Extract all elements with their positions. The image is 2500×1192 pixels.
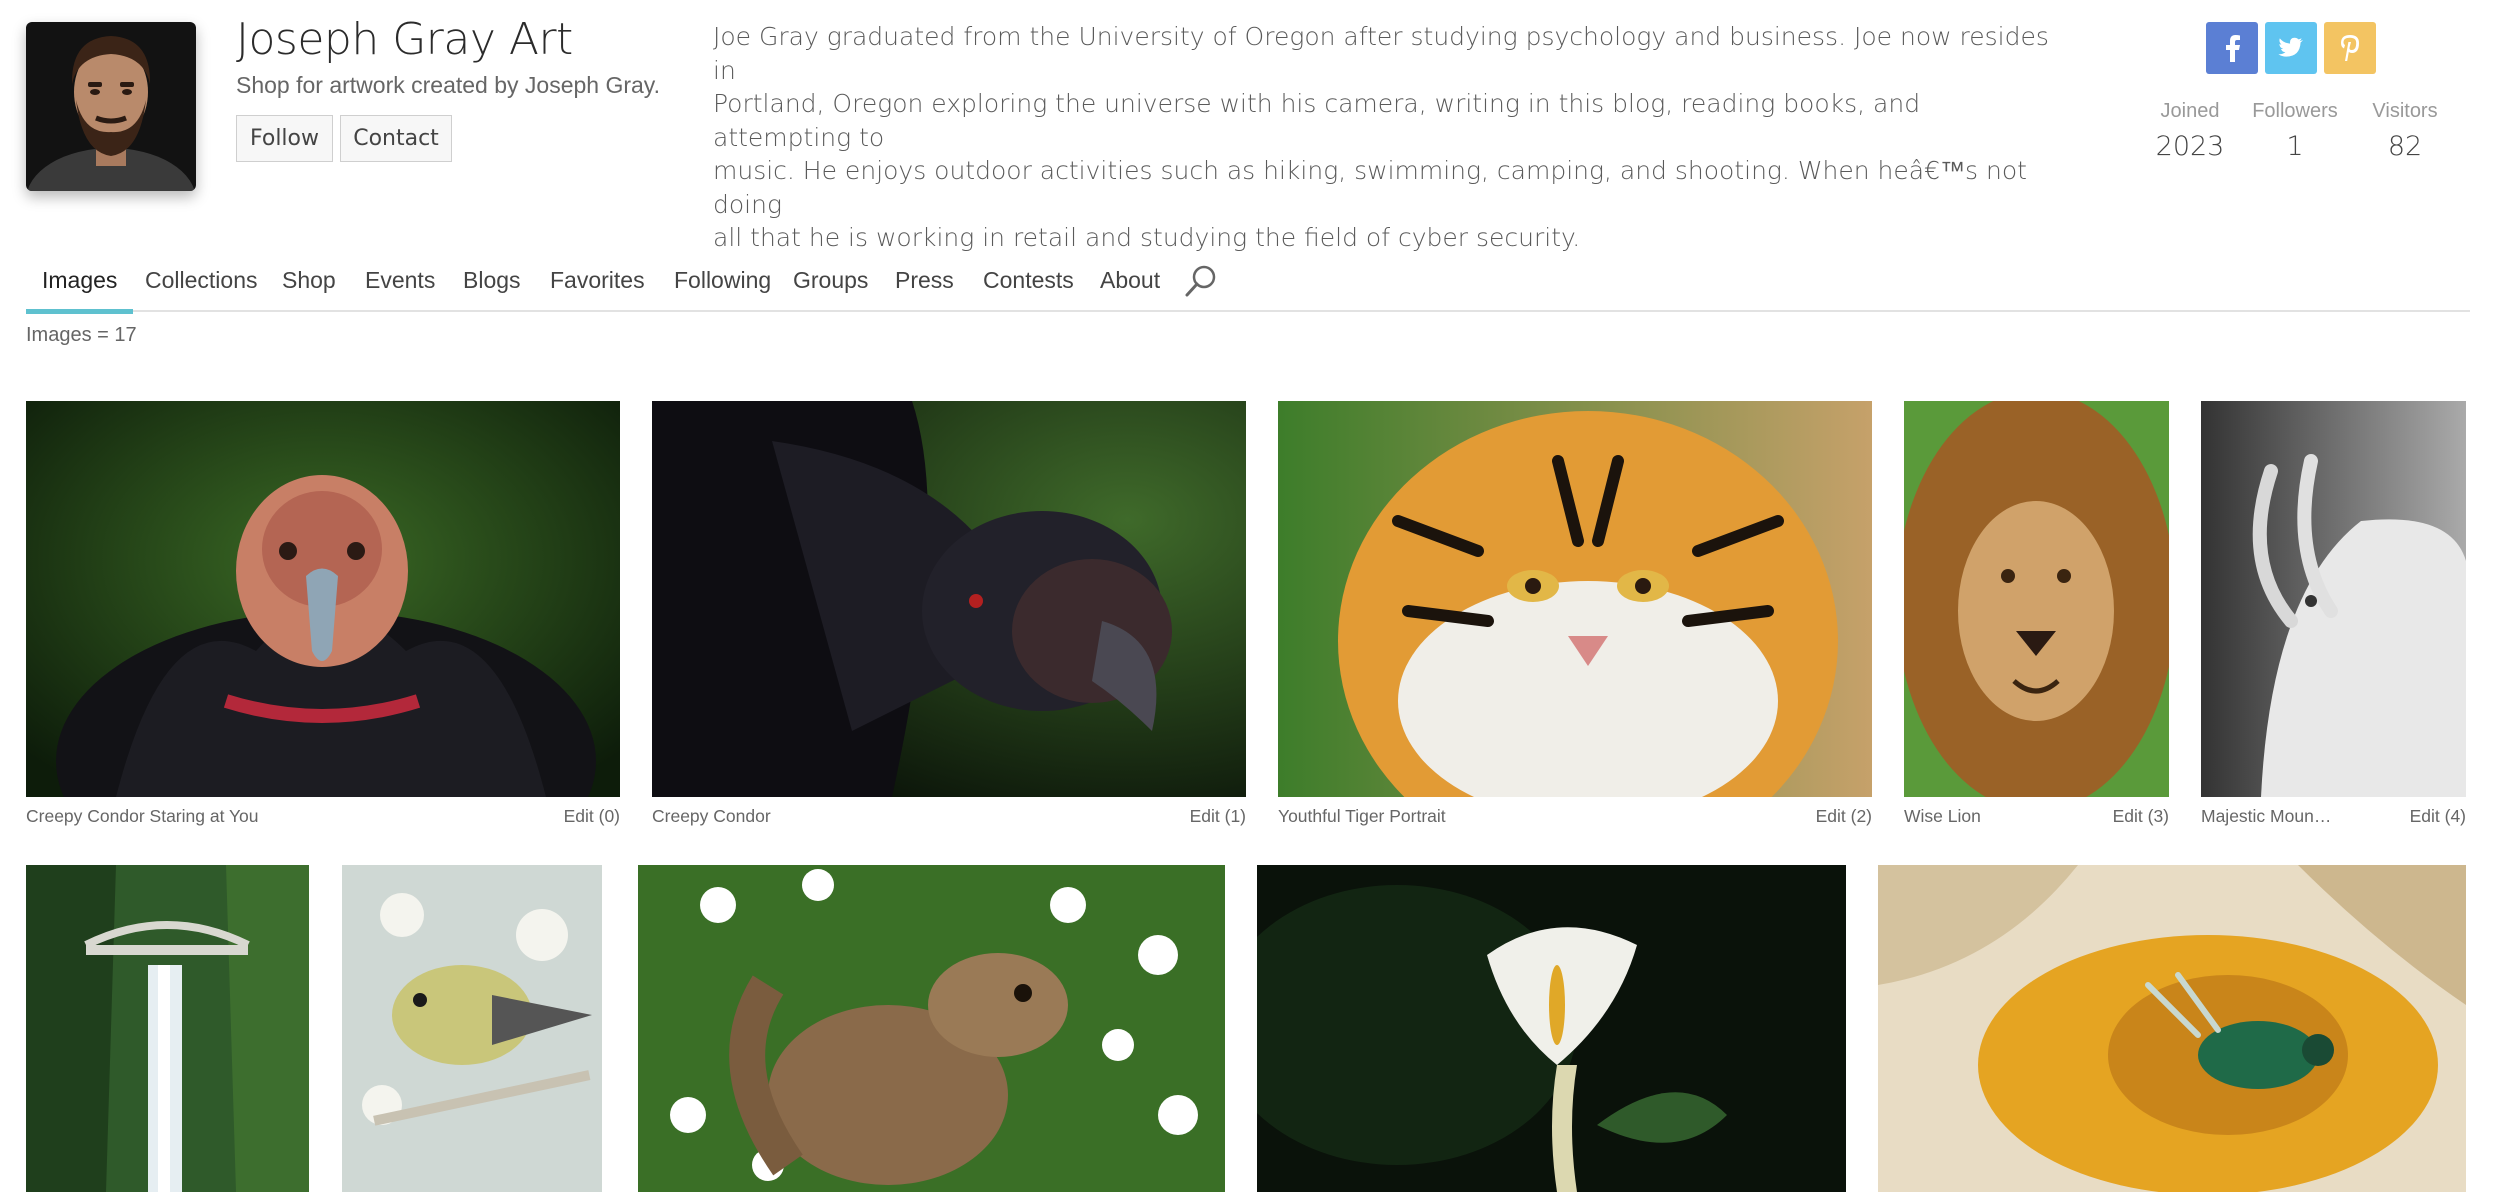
image-caption[interactable]: Wise Lion — [1904, 806, 1981, 827]
gallery-image[interactable] — [2201, 401, 2466, 797]
image-caption[interactable]: Creepy Condor — [652, 806, 771, 827]
edit-link[interactable]: Edit (3) — [2069, 806, 2169, 827]
stat-label: Joined — [2160, 100, 2220, 122]
edit-link[interactable]: Edit (4) — [2366, 806, 2466, 827]
contact-button[interactable]: Contact — [340, 115, 452, 162]
facebook-icon — [2226, 35, 2240, 62]
stat-value: 1 — [2286, 131, 2304, 162]
stat-label: Followers — [2252, 100, 2338, 122]
tab-shop[interactable]: Shop — [282, 252, 336, 312]
stat-followers[interactable]: Followers 1 — [2240, 100, 2350, 162]
gallery-image[interactable] — [1878, 865, 2466, 1192]
tab-following[interactable]: Following — [674, 252, 771, 312]
search-icon — [1185, 265, 1216, 297]
search-button[interactable] — [1184, 264, 1218, 303]
profile-bio: Joe Gray graduated from the University o… — [713, 22, 2049, 252]
image-caption[interactable]: Creepy Condor Staring at You — [26, 806, 259, 827]
tab-about[interactable]: About — [1100, 252, 1160, 312]
page-title: Joseph Gray Art — [236, 14, 573, 65]
tab-blogs[interactable]: Blogs — [463, 252, 521, 312]
gallery-image[interactable] — [1257, 865, 1846, 1192]
stat-value: 2023 — [2155, 131, 2225, 162]
edit-link[interactable]: Edit (1) — [1146, 806, 1246, 827]
edit-link[interactable]: Edit (2) — [1772, 806, 1872, 827]
tab-press[interactable]: Press — [895, 252, 954, 312]
gallery-image[interactable] — [1278, 401, 1872, 797]
gallery-image[interactable] — [1904, 401, 2169, 797]
gallery-image[interactable] — [638, 865, 1225, 1192]
twitter-icon — [2278, 37, 2303, 57]
follow-button[interactable]: Follow — [236, 115, 333, 162]
tab-contests[interactable]: Contests — [983, 252, 1074, 312]
avatar[interactable] — [26, 22, 196, 191]
gallery-image[interactable] — [26, 401, 620, 797]
stat-label: Visitors — [2372, 100, 2438, 122]
facebook-share-button[interactable] — [2206, 22, 2258, 74]
stat-value: 82 — [2387, 131, 2423, 162]
gallery-image[interactable] — [652, 401, 1246, 797]
image-caption[interactable]: Youthful Tiger Portrait — [1278, 806, 1446, 827]
profile-tabs: Images Collections Shop Events Blogs Fav… — [25, 252, 2470, 314]
stat-joined: Joined 2023 — [2140, 100, 2240, 162]
image-count: Images = 17 — [26, 324, 137, 346]
pinterest-icon — [2341, 35, 2359, 61]
twitter-share-button[interactable] — [2265, 22, 2317, 74]
profile-subtitle: Shop for artwork created by Joseph Gray. — [236, 72, 660, 98]
gallery-image[interactable] — [26, 865, 309, 1192]
image-caption[interactable]: Majestic Moun… — [2201, 806, 2331, 827]
tab-images[interactable]: Images — [25, 252, 134, 314]
tab-events[interactable]: Events — [365, 252, 435, 312]
tab-favorites[interactable]: Favorites — [550, 252, 645, 312]
stat-visitors: Visitors 82 — [2352, 100, 2458, 162]
edit-link[interactable]: Edit (0) — [520, 806, 620, 827]
gallery-image[interactable] — [342, 865, 602, 1192]
pinterest-share-button[interactable] — [2324, 22, 2376, 74]
tab-groups[interactable]: Groups — [793, 252, 868, 312]
tab-collections[interactable]: Collections — [145, 252, 258, 312]
